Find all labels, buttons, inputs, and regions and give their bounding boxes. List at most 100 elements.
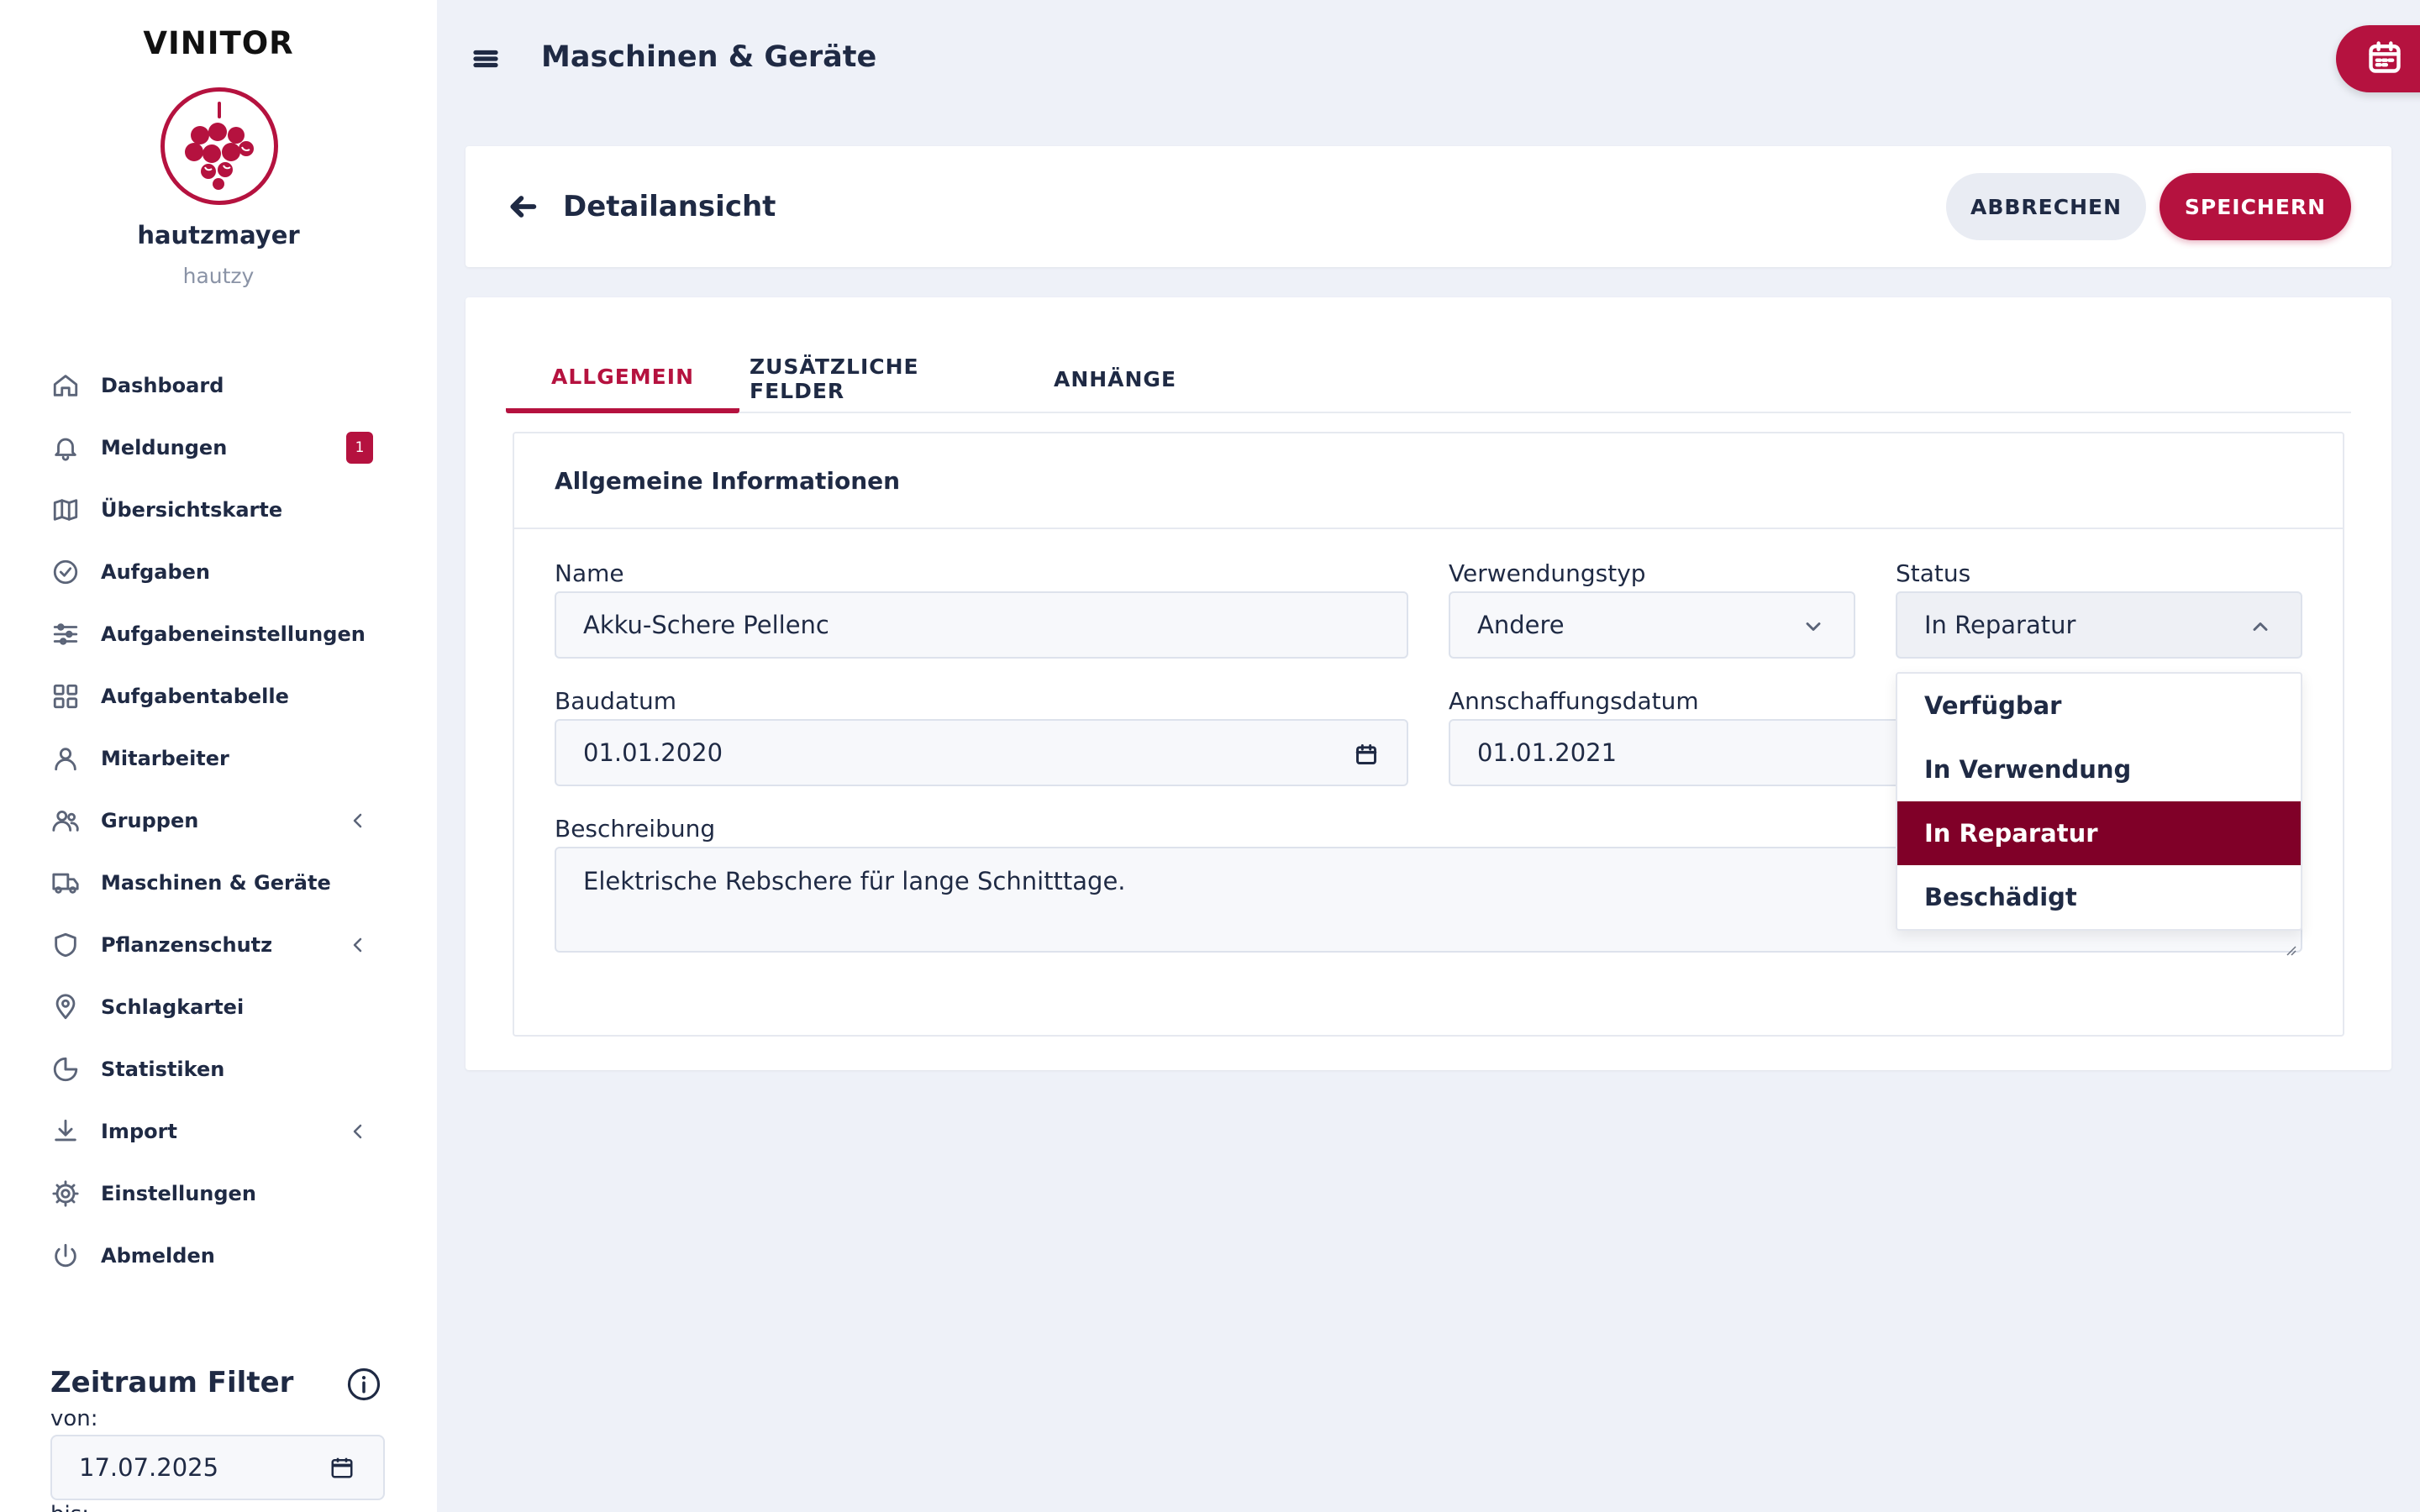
purchase-date-value: 01.01.2021 [1477,738,1618,767]
sidebar-item-mitarbeiter[interactable]: Mitarbeiter [50,727,387,790]
tab-bar: ALLGEMEIN ZUSÄTZLICHE FELDER ANHÄNGE [506,344,2351,413]
status-dropdown: Verfügbar In Verwendung In Reparatur Bes… [1896,672,2302,931]
build-date-input[interactable]: 01.01.2020 [555,719,1408,786]
sidebar-item-label: Statistiken [101,1058,225,1081]
sidebar-item-label: Maschinen & Geräte [101,871,331,895]
sidebar: VINITOR hautzmayer hautzy Dashboard Meld… [0,0,437,1512]
sidebar-item-uebersichtskarte[interactable]: Übersichtskarte [50,479,387,541]
menu-icon[interactable] [471,44,501,74]
sidebar-item-label: Mitarbeiter [101,747,229,770]
sidebar-item-aufgaben[interactable]: Aufgaben [50,541,387,603]
sidebar-item-meldungen[interactable]: Meldungen 1 [50,417,387,479]
sidebar-item-schlagkartei[interactable]: Schlagkartei [50,976,387,1038]
status-option-in-reparatur[interactable]: In Reparatur [1897,801,2301,865]
sidebar-item-label: Aufgaben [101,560,211,584]
brand-name: VINITOR [143,25,294,61]
usage-type-label: Verwendungstyp [1449,559,1646,587]
chevron-left-icon[interactable] [348,811,368,831]
tab-allgemein[interactable]: ALLGEMEIN [506,344,739,413]
sidebar-item-label: Übersichtskarte [101,498,283,522]
sliders-icon [50,619,81,649]
page-title: Maschinen & Geräte [541,40,877,74]
chevron-left-icon[interactable] [348,1121,368,1142]
section-title: Allgemeine Informationen [555,467,901,495]
bell-icon [50,433,81,463]
sidebar-item-statistiken[interactable]: Statistiken [50,1038,387,1100]
sidebar-item-aufgabentabelle[interactable]: Aufgabentabelle [50,665,387,727]
chevron-up-icon [2249,615,2272,638]
sidebar-item-pflanzenschutz[interactable]: Pflanzenschutz [50,914,387,976]
avatar[interactable] [160,87,278,205]
sidebar-item-label: Aufgabentabelle [101,685,289,708]
build-date-label: Baudatum [555,687,677,715]
grape-logo-icon [185,102,254,190]
build-date-value: 01.01.2020 [583,738,723,767]
sidebar-item-gruppen[interactable]: Gruppen [50,790,387,852]
user-handle: hautzy [182,264,255,288]
from-label: von: [50,1406,98,1431]
calendar-icon[interactable] [329,1455,355,1480]
sidebar-item-label: Dashboard [101,374,224,397]
status-select[interactable]: In Reparatur [1896,591,2302,659]
status-value: In Reparatur [1924,611,2076,639]
download-icon [50,1116,81,1147]
divider [514,528,2343,529]
power-icon [50,1241,81,1271]
arrow-left-icon[interactable] [506,190,539,223]
general-info-section: Allgemeine Informationen Name Akku-Scher… [513,432,2344,1037]
sidebar-nav: Dashboard Meldungen 1 Übersichtskarte Au… [50,354,387,1287]
name-label: Name [555,559,624,587]
resize-handle-icon[interactable] [2284,934,2297,956]
detail-form-card: ALLGEMEIN ZUSÄTZLICHE FELDER ANHÄNGE All… [466,297,2391,1070]
sidebar-item-import[interactable]: Import [50,1100,387,1163]
status-option-beschaedigt[interactable]: Beschädigt [1897,865,2301,929]
tab-anhaenge[interactable]: ANHÄNGE [1035,344,1195,413]
calendar-button[interactable] [2336,25,2420,92]
sidebar-item-dashboard[interactable]: Dashboard [50,354,387,417]
status-option-verfuegbar[interactable]: Verfügbar [1897,674,2301,738]
cancel-button[interactable]: ABBRECHEN [1946,173,2146,240]
detail-title: Detailansicht [563,190,776,223]
sidebar-item-label: Gruppen [101,809,199,832]
calendar-icon [2366,39,2403,79]
check-circle-icon [50,557,81,587]
info-icon[interactable] [346,1367,381,1402]
map-icon [50,495,81,525]
gear-icon [50,1179,81,1209]
from-date-value: 17.07.2025 [79,1453,219,1482]
sidebar-item-aufgabeneinstellungen[interactable]: Aufgabeneinstellungen [50,603,387,665]
sidebar-item-label: Schlagkartei [101,995,245,1019]
sidebar-item-einstellungen[interactable]: Einstellungen [50,1163,387,1225]
tab-zusaetzliche-felder[interactable]: ZUSÄTZLICHE FELDER [750,344,1010,413]
from-date-input[interactable]: 17.07.2025 [50,1435,385,1500]
detail-header-card: Detailansicht ABBRECHEN SPEICHERN [466,146,2391,267]
users-icon [50,806,81,836]
map-pin-icon [50,992,81,1022]
home-icon [50,370,81,401]
pie-chart-icon [50,1054,81,1084]
sidebar-item-abmelden[interactable]: Abmelden [50,1225,387,1287]
name-input[interactable]: Akku-Schere Pellenc [555,591,1408,659]
usage-type-value: Andere [1477,611,1565,639]
notification-badge: 1 [346,432,373,464]
save-button[interactable]: SPEICHERN [2160,173,2351,240]
shield-icon [50,930,81,960]
to-label: bis: [50,1502,89,1512]
truck-icon [50,868,81,898]
sidebar-item-maschinen[interactable]: Maschinen & Geräte [50,852,387,914]
status-label: Status [1896,559,1971,587]
sidebar-item-label: Aufgabeneinstellungen [101,622,366,646]
chevron-left-icon[interactable] [348,935,368,955]
sidebar-item-label: Meldungen [101,436,228,459]
sidebar-item-label: Einstellungen [101,1182,256,1205]
name-value: Akku-Schere Pellenc [583,611,829,639]
chevron-down-icon [1802,615,1825,638]
status-option-in-verwendung[interactable]: In Verwendung [1897,738,2301,801]
filter-title: Zeitraum Filter [50,1366,294,1399]
calendar-icon[interactable] [1355,743,1378,766]
purchase-date-label: Annschaffungsdatum [1449,687,1699,715]
user-icon [50,743,81,774]
usage-type-select[interactable]: Andere [1449,591,1855,659]
description-value: Elektrische Rebschere für lange Schnittt… [583,867,1126,895]
description-label: Beschreibung [555,815,716,843]
